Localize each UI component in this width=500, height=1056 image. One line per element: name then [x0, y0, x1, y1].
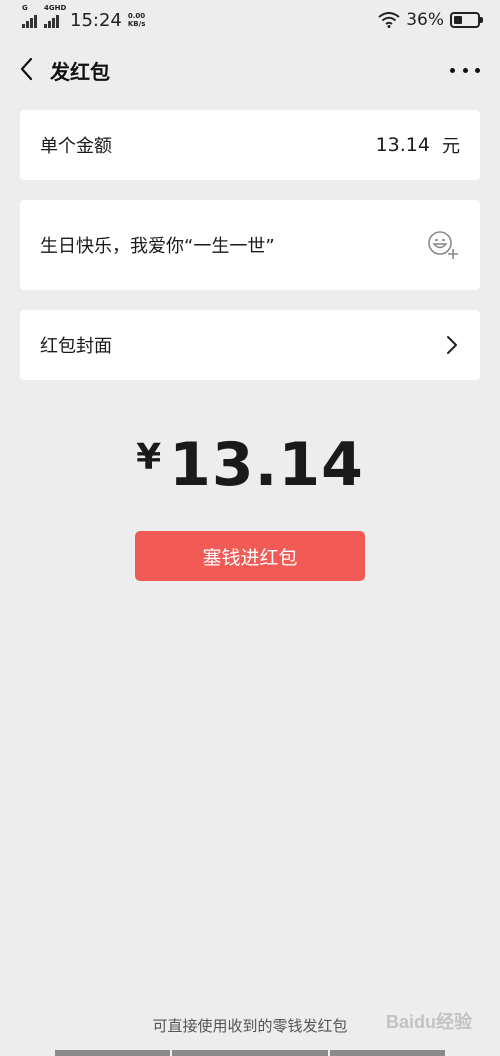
battery-icon	[450, 12, 483, 28]
chevron-right-icon	[447, 336, 457, 354]
battery-fill	[454, 16, 462, 24]
total-amount: ¥13.14	[0, 430, 500, 500]
currency-symbol: ¥	[136, 437, 162, 478]
bottom-bar-segment	[330, 1050, 445, 1056]
watermark-logo: Baidu经验	[385, 1012, 472, 1032]
speed-unit: KB/s	[127, 20, 146, 28]
amount-row[interactable]: 单个金额 13.14 元	[20, 110, 480, 180]
signal-label: G	[22, 4, 28, 12]
more-button[interactable]	[450, 60, 480, 80]
greeting-text: 生日快乐，我爱你“一生一世”	[40, 236, 275, 257]
cover-label: 红包封面	[40, 336, 112, 357]
status-time: 15:24	[70, 9, 122, 31]
send-red-packet-button[interactable]: 塞钱进红包	[135, 531, 365, 581]
greeting-input[interactable]: 生日快乐，我爱你“一生一世”	[20, 200, 480, 290]
amount-label: 单个金额	[40, 136, 112, 157]
bottom-bar-segment	[55, 1050, 170, 1056]
amount-unit: 元	[442, 136, 460, 157]
cover-row[interactable]: 红包封面	[20, 310, 480, 380]
status-right: 36%	[378, 10, 483, 30]
total-value: 13.14	[169, 430, 364, 500]
back-button[interactable]	[12, 54, 42, 84]
page-title: 发红包	[50, 60, 110, 84]
signal-icon: 4GHD	[44, 5, 66, 28]
network-speed: 0.00 KB/s	[128, 12, 145, 28]
amount-input[interactable]: 13.14 元	[376, 132, 460, 158]
amount-value: 13.14	[375, 134, 430, 156]
red-packet-page: G 4GHD 15:24 0.00 KB/s 36% 发红包 单个金额 13.1…	[0, 0, 500, 1056]
more-dots-icon	[450, 67, 455, 73]
nav-bar: 发红包	[0, 46, 500, 94]
battery-percent: 36%	[406, 10, 444, 30]
back-arrow-icon	[20, 57, 33, 81]
bottom-bar-segment	[172, 1050, 328, 1056]
signal-icon: G	[22, 5, 38, 28]
speed-value: 0.00	[127, 12, 146, 20]
status-bar: G 4GHD 15:24 0.00 KB/s 36%	[0, 0, 500, 40]
wifi-icon	[378, 12, 400, 28]
signal-label: 4GHD	[44, 4, 67, 12]
emoji-add-icon[interactable]	[426, 228, 460, 262]
